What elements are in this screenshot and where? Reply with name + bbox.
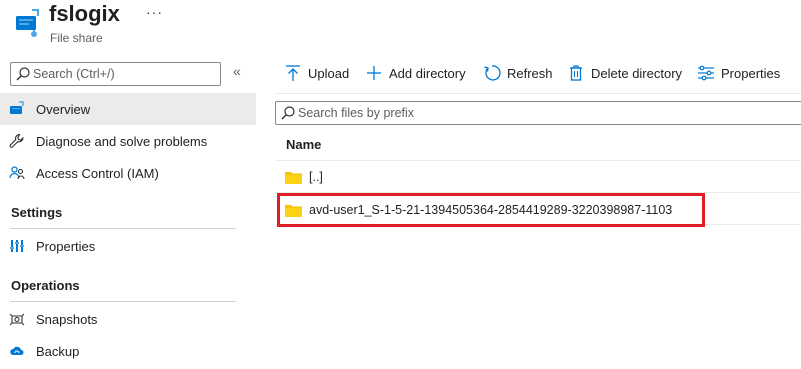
people-icon xyxy=(9,166,25,180)
properties-icon xyxy=(10,240,24,252)
sidebar-item-properties[interactable]: Properties xyxy=(0,230,256,262)
toolbar: Upload Add directory Refresh Delete dire… xyxy=(258,60,801,86)
sidebar-item-label: Diagnose and solve problems xyxy=(36,134,208,149)
toolbar-divider xyxy=(274,93,801,94)
search-icon xyxy=(16,67,30,81)
folder-icon xyxy=(285,172,302,184)
properties-label: Properties xyxy=(721,65,781,81)
section-title-operations: Operations xyxy=(11,278,80,293)
sidebar-item-label: Backup xyxy=(36,344,80,359)
sidebar-item-label: Snapshots xyxy=(36,312,98,327)
snapshot-icon xyxy=(9,313,25,326)
file-share-logo-icon xyxy=(16,9,39,37)
highlight-annotation-box xyxy=(277,193,705,227)
page-subtitle: File share xyxy=(50,31,103,45)
collapse-sidebar-button[interactable]: « xyxy=(233,63,241,79)
section-divider xyxy=(10,301,236,302)
sidebar-search[interactable] xyxy=(10,62,221,86)
sidebar-item-access-control[interactable]: Access Control (IAM) xyxy=(0,157,256,189)
sidebar: « Overview Diagnose and solve problems A… xyxy=(0,52,258,369)
more-options-button[interactable]: ··· xyxy=(146,4,163,20)
refresh-label: Refresh xyxy=(507,65,553,81)
upload-label: Upload xyxy=(308,65,350,81)
properties-button[interactable]: Properties xyxy=(697,60,780,86)
sliders-icon xyxy=(698,65,714,81)
delete-directory-button[interactable]: Delete directory xyxy=(567,60,682,86)
page-header: fslogix ··· File share xyxy=(0,0,801,52)
sidebar-item-label: Access Control (IAM) xyxy=(36,166,159,181)
column-header-name[interactable]: Name xyxy=(286,137,321,152)
file-name: [..] xyxy=(309,170,323,184)
sidebar-item-snapshots[interactable]: Snapshots xyxy=(0,303,256,335)
trash-icon xyxy=(570,65,582,81)
search-icon xyxy=(281,106,295,120)
backup-cloud-icon xyxy=(10,346,24,355)
section-title-settings: Settings xyxy=(11,205,63,220)
wrench-icon xyxy=(9,133,24,148)
sidebar-search-input[interactable] xyxy=(33,65,218,83)
row-divider xyxy=(275,160,801,161)
file-share-icon xyxy=(10,101,24,114)
sidebar-item-diagnose[interactable]: Diagnose and solve problems xyxy=(0,125,256,157)
sidebar-item-label: Overview xyxy=(36,102,91,117)
upload-button[interactable]: Upload xyxy=(284,60,349,86)
delete-directory-label: Delete directory xyxy=(591,65,683,81)
table-row[interactable]: [..] xyxy=(275,162,801,192)
main-content: Upload Add directory Refresh Delete dire… xyxy=(258,52,801,369)
plus-icon xyxy=(367,66,381,80)
section-divider xyxy=(10,228,236,229)
sidebar-item-label: Properties xyxy=(36,239,96,254)
refresh-button[interactable]: Refresh xyxy=(483,60,553,86)
add-directory-label: Add directory xyxy=(389,65,466,81)
upload-icon xyxy=(286,65,300,81)
sidebar-item-backup[interactable]: Backup xyxy=(0,335,256,367)
sidebar-item-overview[interactable]: Overview xyxy=(0,93,256,125)
page-title: fslogix xyxy=(49,1,120,26)
refresh-icon xyxy=(484,65,501,81)
file-search[interactable] xyxy=(275,101,801,125)
file-search-input[interactable] xyxy=(298,104,778,122)
add-directory-button[interactable]: Add directory xyxy=(365,60,466,86)
